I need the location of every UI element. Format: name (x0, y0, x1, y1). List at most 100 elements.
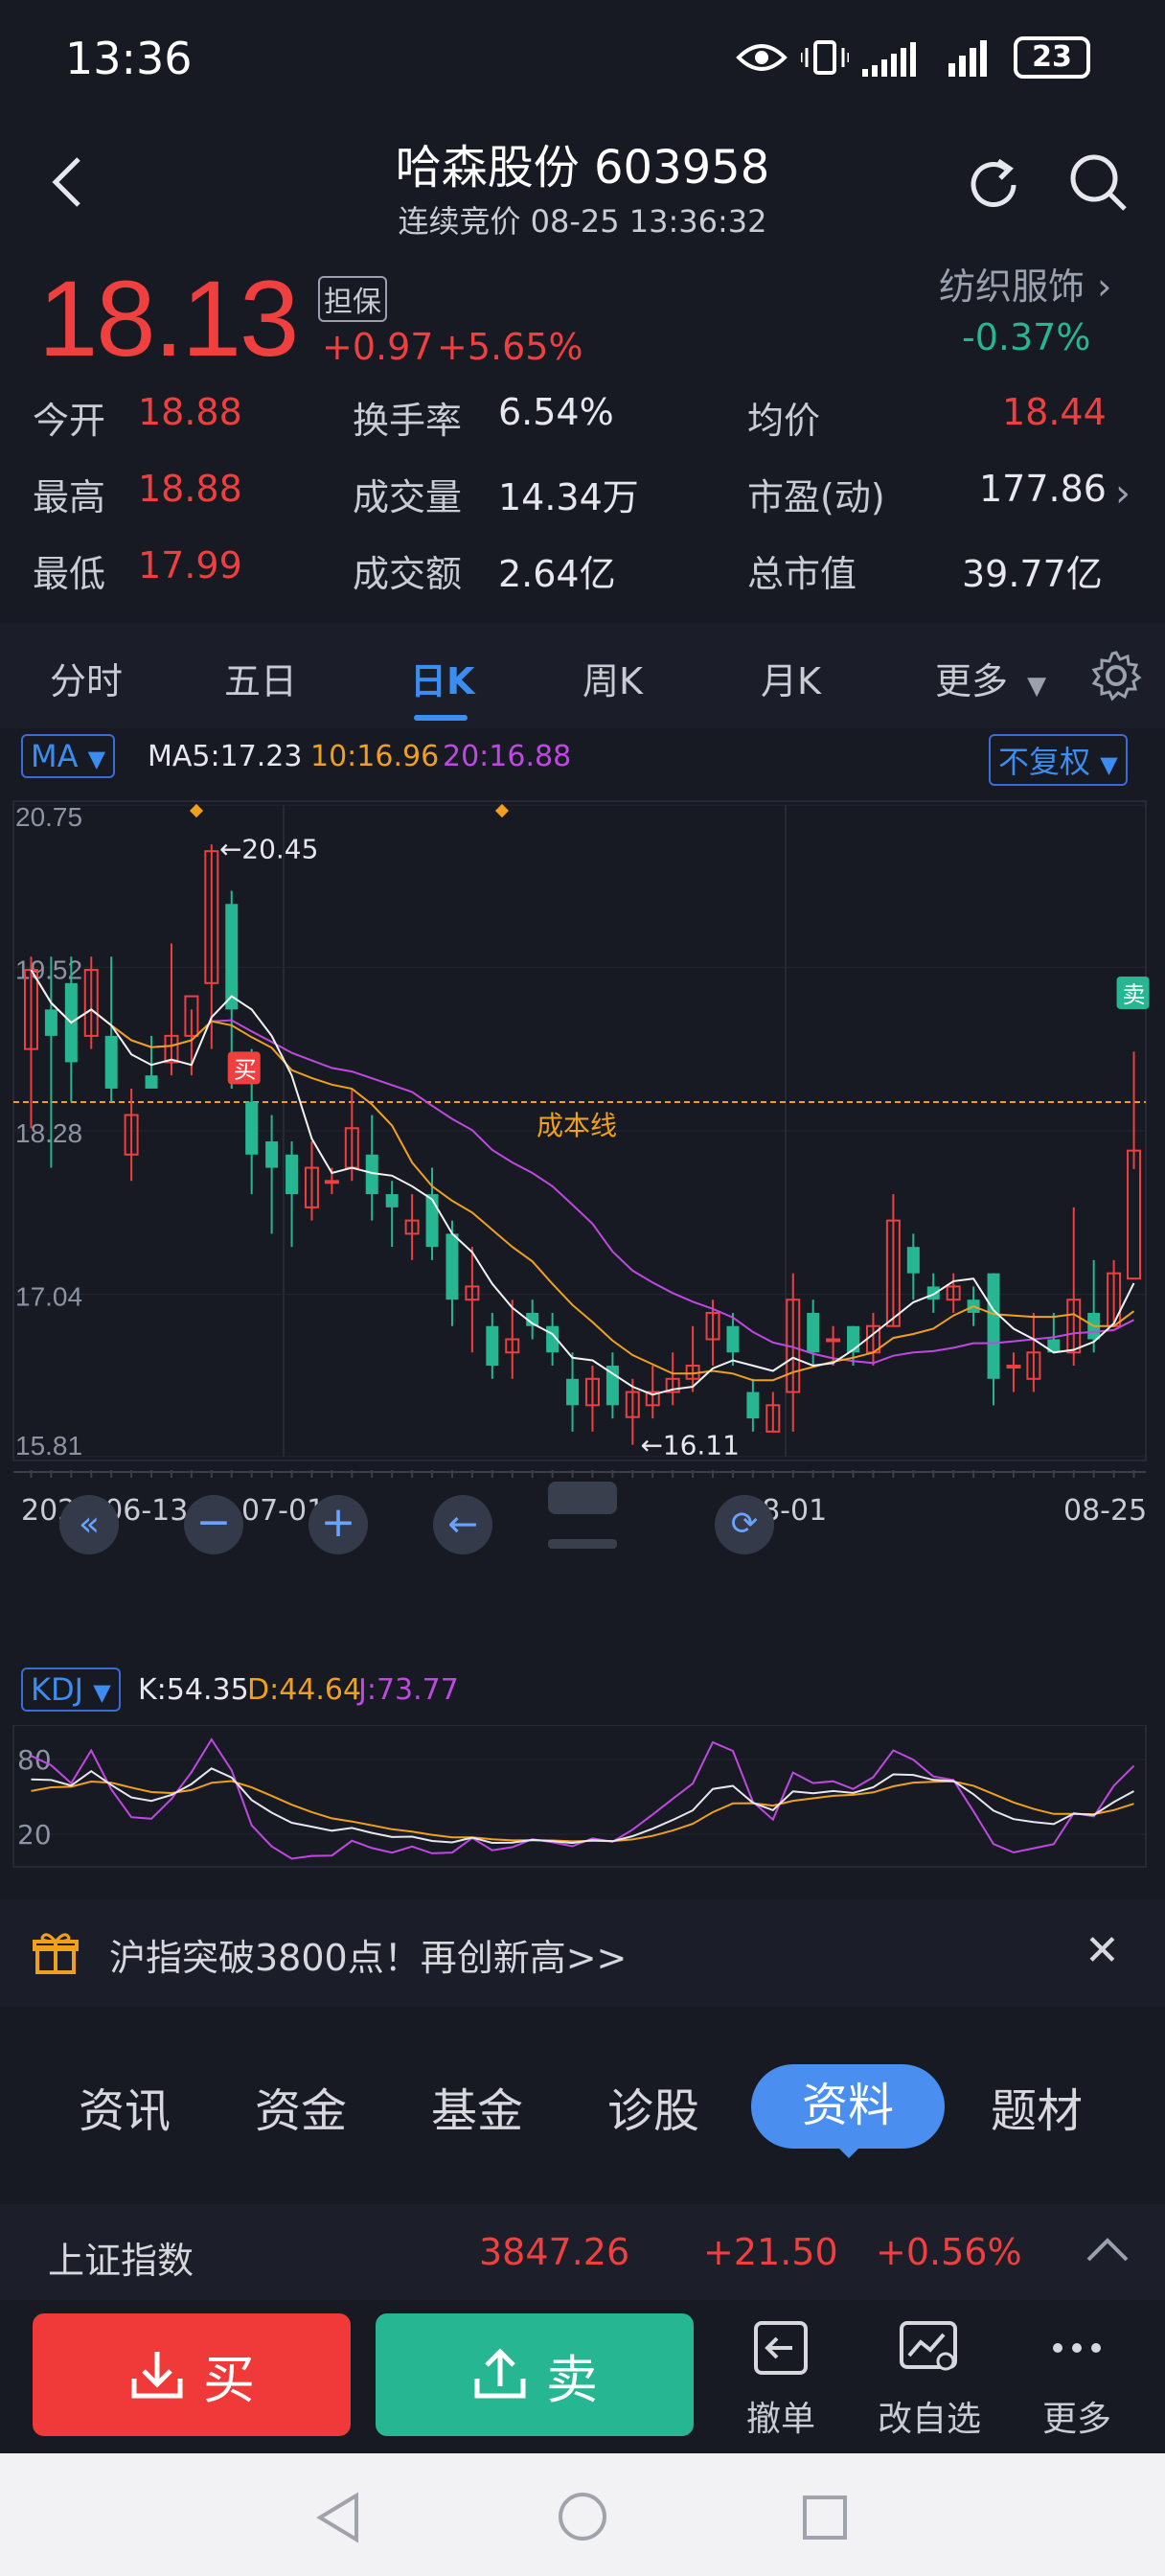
gift-icon (33, 1930, 79, 1980)
event-dot (494, 803, 510, 818)
edit-watchlist-icon (900, 2321, 957, 2371)
step-back-button[interactable]: ← (433, 1495, 492, 1554)
y-tick-label: 15.81 (15, 1431, 82, 1460)
period-tabs: 分时 五日 日K 周K 月K 更多 ▼ (0, 623, 1165, 728)
candle-body (425, 1194, 439, 1248)
sell-signal-label: 卖 (1123, 981, 1146, 1008)
candle-body (44, 1009, 57, 1036)
vibrate-icon (799, 38, 851, 80)
candle-body (847, 1325, 860, 1353)
stat-value: 39.77亿 (962, 553, 1103, 595)
stats-grid: 今开 18.88 换手率 6.54% 均价 18.44 最高 18.88 成交量… (0, 385, 1165, 615)
chevron-right-icon: › (1097, 265, 1112, 308)
kdj-k-line (31, 1767, 1134, 1845)
sector-link[interactable]: 纺织服饰 › (939, 257, 1111, 310)
sell-label: 卖 (546, 2349, 598, 2410)
fast-back-button[interactable]: « (59, 1495, 119, 1554)
tab-monthly-k[interactable]: 月K (761, 652, 821, 704)
candle-body (1127, 1149, 1142, 1280)
x-tick-label: 08-25 (1063, 1494, 1147, 1528)
dropdown-icon: ▼ (1100, 751, 1118, 778)
more-dots-icon (1053, 2343, 1101, 2353)
battery-level: 23 (1032, 40, 1072, 74)
stat-label: 市盈(动) (747, 476, 885, 518)
candle-body (1006, 1365, 1021, 1369)
zoom-out-button[interactable]: − (184, 1495, 243, 1554)
index-value: 3847.26 (479, 2231, 630, 2273)
rotate-screen-button[interactable]: ⟳ (715, 1495, 774, 1554)
buy-button[interactable]: 买 (33, 2313, 351, 2436)
adjust-select[interactable]: 不复权 ▼ (989, 734, 1128, 786)
signal-2-icon (948, 40, 998, 80)
battery-icon: 23 (1014, 36, 1090, 79)
tab-profile-label: 资料 (801, 2079, 894, 2132)
search-icon[interactable] (1067, 151, 1131, 218)
sell-button[interactable]: 卖 (376, 2313, 694, 2436)
stat-label: 总市值 (747, 553, 857, 595)
cost-line-label: 成本线 (537, 1110, 617, 1141)
buy-icon (131, 2352, 183, 2399)
tab-profile[interactable]: 资料 (751, 2064, 945, 2149)
buy-signal-label: 买 (234, 1056, 257, 1083)
stats-expand-icon[interactable]: › (1115, 472, 1131, 516)
candle-body (906, 1247, 920, 1274)
ma-select[interactable]: MA ▼ (21, 734, 116, 778)
price-change-pct: +5.65% (437, 326, 583, 368)
candle-body (726, 1325, 740, 1353)
tab-daily-k[interactable]: 日K (410, 652, 474, 704)
index-change: +21.50 (703, 2231, 838, 2273)
close-icon[interactable]: ✕ (1085, 1926, 1120, 1975)
tab-diagnosis[interactable]: 诊股 (607, 2073, 699, 2140)
edit-watchlist-button[interactable]: 改自选 (872, 2319, 987, 2441)
tab-weekly-k[interactable]: 周K (582, 652, 643, 704)
dropdown-icon: ▼ (1027, 672, 1047, 701)
candle-body (926, 1286, 940, 1300)
current-price: 18.13 (38, 259, 299, 379)
tab-more[interactable]: 更多 ▼ (935, 652, 1046, 704)
adjust-select-label: 不复权 (998, 744, 1091, 780)
y-tick-label: 18.28 (15, 1118, 82, 1148)
candlestick-chart[interactable]: 20.7519.5218.2817.0415.81成本线←20.45←16.11… (0, 786, 1165, 1668)
candle-body (245, 1101, 259, 1155)
high-price-marker: ←20.45 (219, 833, 319, 864)
ma20-value: 20:16.88 (443, 740, 572, 773)
ma-select-label: MA (31, 738, 79, 774)
tab-news[interactable]: 资讯 (79, 2073, 171, 2140)
stat-label: 最高 (33, 476, 106, 518)
tab-minute[interactable]: 分时 (50, 652, 123, 704)
more-button[interactable]: 更多 (1029, 2319, 1125, 2441)
stat-label: 成交量 (353, 476, 463, 518)
buy-label: 买 (203, 2349, 255, 2410)
signal-icon (862, 40, 929, 80)
settings-icon[interactable] (1090, 650, 1142, 705)
kdj-d-value: D:44.64 (247, 1673, 362, 1707)
refresh-icon[interactable] (962, 153, 1025, 220)
tab-fund[interactable]: 基金 (431, 2073, 523, 2140)
news-banner[interactable]: 沪指突破3800点！再创新高>> ✕ (0, 1899, 1165, 2007)
stat-label: 换手率 (353, 400, 463, 442)
index-ticker[interactable]: 上证指数 3847.26 +21.50 +0.56% (0, 2204, 1165, 2300)
cancel-order-button[interactable]: 撤单 (738, 2319, 824, 2441)
stat-value: 6.54% (498, 391, 614, 433)
nav-back-icon[interactable] (314, 2492, 362, 2547)
kline-chart-area: MA ▼ MA5:17.23 10:16.96 20:16.88 不复权 ▼ 2… (0, 728, 1165, 1878)
tab-five-day[interactable]: 五日 (224, 652, 297, 704)
tab-funds-flow[interactable]: 资金 (255, 2073, 347, 2140)
candle-body (225, 904, 239, 1010)
kdj-select[interactable]: KDJ ▼ (21, 1668, 121, 1712)
low-price-marker: ←16.11 (640, 1430, 740, 1461)
event-dot (189, 803, 204, 818)
candle-body (324, 1180, 339, 1184)
kdj-k-value: K:54.35 (138, 1673, 249, 1707)
dropdown-icon: ▼ (87, 746, 106, 772)
chevron-up-icon[interactable] (1085, 2233, 1131, 2267)
cancel-order-icon (754, 2321, 808, 2375)
stat-value: 17.99 (138, 544, 242, 586)
candle-body (826, 1338, 841, 1343)
nav-recents-icon[interactable] (801, 2494, 849, 2545)
zoom-in-button[interactable]: + (308, 1495, 368, 1554)
nav-home-icon[interactable] (556, 2490, 609, 2547)
sell-icon (474, 2348, 526, 2399)
candle-body (566, 1378, 580, 1406)
tab-theme[interactable]: 题材 (991, 2073, 1083, 2140)
